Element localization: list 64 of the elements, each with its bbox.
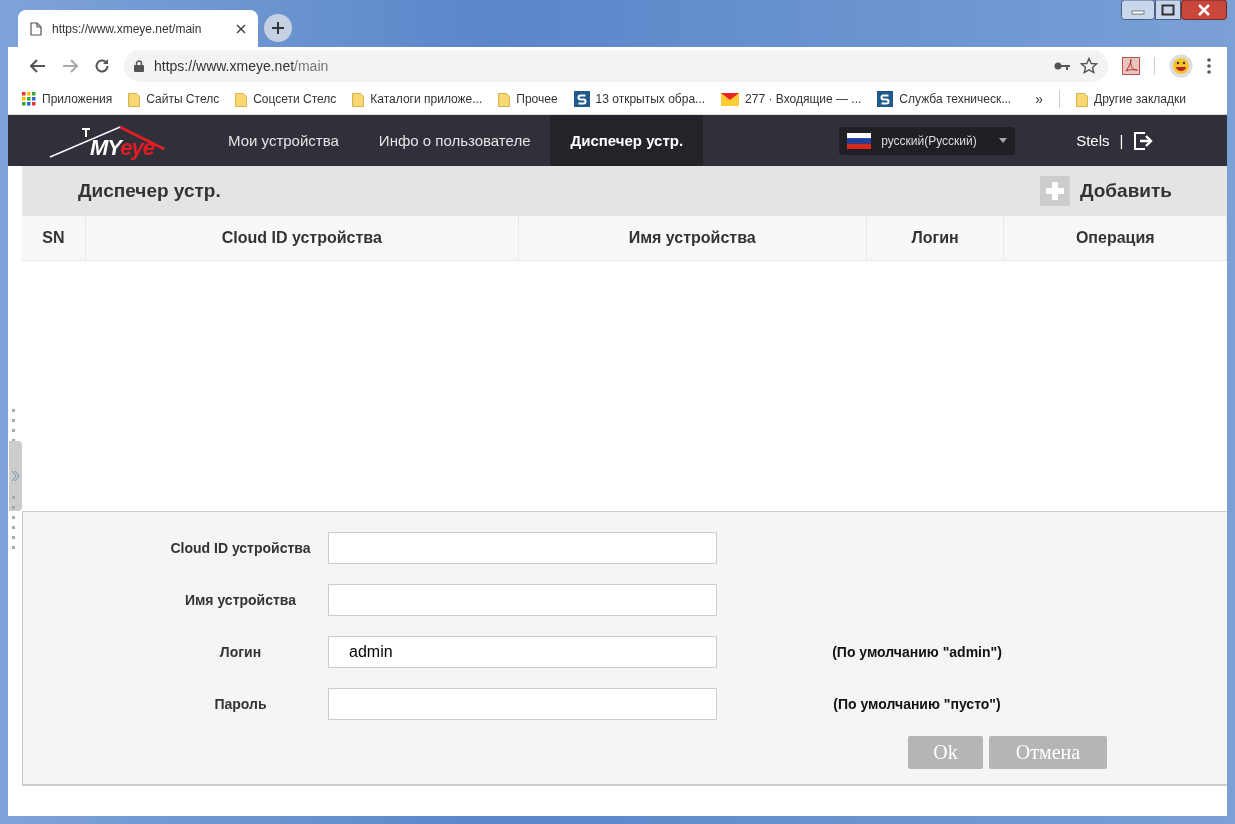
star-icon[interactable] <box>1080 56 1098 75</box>
tab-title: https://www.xmeye.net/main <box>52 21 203 36</box>
input-field[interactable] <box>328 532 717 564</box>
maximize-icon[interactable] <box>1155 0 1181 20</box>
caret-icon <box>999 138 1008 143</box>
field-label: Cloud ID устройства <box>169 539 312 558</box>
default-hint: (По умолчанию "admin") <box>831 643 1003 662</box>
bookmark[interactable]: Соцсети Стелс <box>235 91 337 107</box>
bookmark[interactable]: 13 открытых обра... <box>573 91 706 107</box>
page-icon <box>30 21 42 36</box>
bookmark[interactable]: 277 · Входящие — ... <box>721 92 862 106</box>
input-field[interactable] <box>328 584 717 616</box>
panel-title: Диспечер устр. <box>78 180 222 202</box>
input-field[interactable] <box>328 688 717 720</box>
folder-icon <box>235 91 248 107</box>
nav-tab[interactable]: Диспечер устр. <box>550 115 704 166</box>
language-dropdown[interactable]: русский(Русский) <box>839 126 1016 155</box>
logo-text: MYeye <box>90 135 154 161</box>
back-arrow-icon[interactable] <box>30 58 46 73</box>
column-header: Имя устройства <box>518 216 867 261</box>
apps-grid-icon <box>22 92 36 106</box>
separator: | <box>1119 132 1124 149</box>
nav-tab[interactable]: Мои устройства <box>208 115 359 166</box>
field-label: Имя устройства <box>183 591 298 610</box>
folder-icon <box>1076 91 1088 107</box>
bookmark[interactable]: Приложения <box>22 92 113 106</box>
reload-icon[interactable] <box>94 57 110 74</box>
more-bookmarks-button[interactable]: » <box>1035 91 1043 107</box>
s-logo-icon <box>573 91 590 107</box>
minimize-icon[interactable] <box>1121 0 1155 20</box>
pdf-extension-icon[interactable] <box>1122 56 1140 75</box>
input-field[interactable]: admin <box>328 636 717 668</box>
menu-icon[interactable] <box>1207 57 1211 74</box>
column-header: Операция <box>1003 216 1227 261</box>
column-header: SN <box>22 216 86 261</box>
default-hint: (По умолчанию "пусто") <box>832 695 1002 714</box>
lock-icon <box>134 59 144 72</box>
user-name: Stels <box>1076 132 1110 149</box>
bookmark[interactable]: Каталоги приложе... <box>352 91 483 107</box>
s-logo-icon <box>877 91 894 107</box>
add-button[interactable]: Добавить <box>1039 176 1172 206</box>
bookmark[interactable]: Сайты Стелс <box>128 91 220 107</box>
envelope-icon <box>721 92 740 106</box>
nav-tab[interactable]: Инфо о пользователе <box>358 115 551 166</box>
plus-icon <box>1039 176 1070 206</box>
folder-icon <box>498 91 511 107</box>
key-icon[interactable] <box>1054 60 1070 71</box>
bookmark[interactable]: Другие закладки <box>1076 91 1186 107</box>
address-bar[interactable]: https://www.xmeye.net/main <box>124 49 1108 82</box>
browser-tab[interactable]: https://www.xmeye.net/main <box>18 10 258 47</box>
new-tab-button[interactable] <box>264 14 292 42</box>
column-header: Логин <box>866 216 1004 261</box>
close-icon[interactable] <box>1181 0 1227 20</box>
column-header: Cloud ID устройства <box>85 216 519 261</box>
russian-flag-icon <box>847 132 872 149</box>
close-icon[interactable] <box>236 23 246 34</box>
folder-icon <box>352 91 365 107</box>
plus-icon <box>271 21 285 35</box>
field-label: Логин <box>218 643 263 662</box>
smiley-avatar-icon[interactable] <box>1169 53 1193 78</box>
bookmark[interactable]: Служба техническ... <box>877 91 1012 107</box>
field-label: Пароль <box>213 695 268 714</box>
folder-icon <box>128 91 141 107</box>
bookmark[interactable]: Прочее <box>498 91 558 107</box>
